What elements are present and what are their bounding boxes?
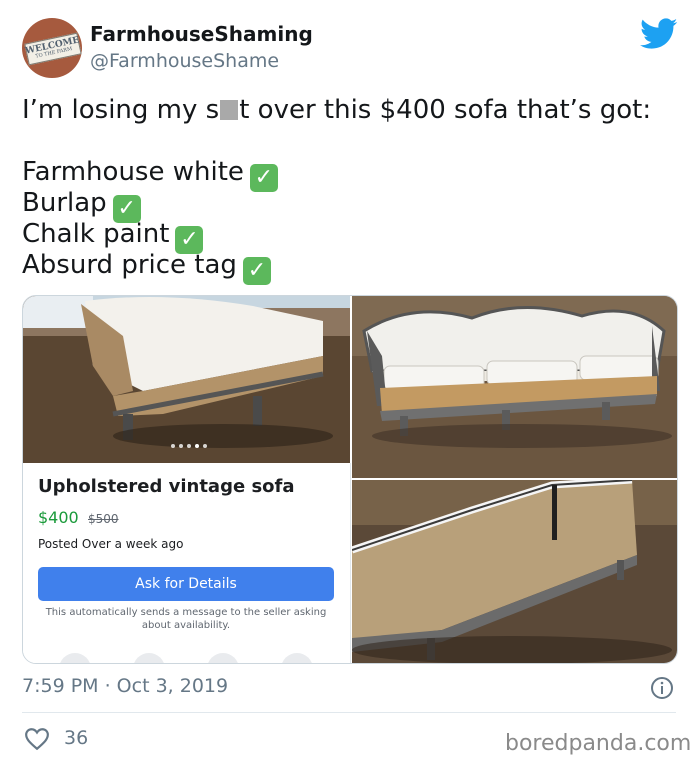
tweet-line-start: I’m losing my s — [22, 95, 220, 125]
tweet-first-line: I’m losing my s t over this $400 sofa tha… — [22, 95, 651, 126]
list-item: Chalk paint ✓ — [22, 219, 651, 254]
listing-posted-time: Posted Over a week ago — [38, 537, 184, 551]
twitter-bird-icon[interactable] — [640, 18, 678, 50]
list-item: Burlap ✓ — [22, 188, 651, 223]
watermark: boredpanda.com — [505, 731, 692, 756]
tweet-line-end: t over this $400 sofa that’s got: — [239, 95, 652, 125]
check-icon: ✓ — [242, 257, 271, 285]
list-item-text: Chalk paint — [22, 219, 170, 249]
list-item-text: Farmhouse white — [22, 157, 244, 187]
user-handle[interactable]: @FarmhouseShame — [90, 50, 279, 72]
heart-icon[interactable] — [24, 727, 50, 751]
media-grid[interactable]: Upholstered vintage sofa $400 $500 Poste… — [22, 295, 678, 664]
welcome-sign: WELCOME TO THE FARM — [24, 32, 82, 66]
ask-for-details-button[interactable]: Ask for Details — [38, 567, 334, 601]
check-icon: ✓ — [249, 164, 278, 192]
sofa-photo-front[interactable] — [352, 296, 677, 478]
list-item: Farmhouse white ✓ — [22, 157, 651, 192]
list-item-text: Absurd price tag — [22, 250, 237, 280]
listing-title: Upholstered vintage sofa — [38, 476, 295, 497]
sofa-photo-side[interactable] — [23, 296, 350, 463]
display-name[interactable]: FarmhouseShaming — [90, 22, 313, 46]
listing-note: This automatically sends a message to th… — [45, 607, 327, 631]
listing-price: $400 — [38, 508, 79, 527]
action-circle — [207, 653, 239, 663]
like-count: 36 — [64, 727, 89, 749]
tweet-text: I’m losing my s t over this $400 sofa tha… — [22, 95, 651, 285]
action-circle — [133, 653, 165, 663]
list-item: Absurd price tag ✓ — [22, 250, 651, 285]
tweet-timestamp[interactable]: 7:59 PM · Oct 3, 2019 — [22, 675, 228, 697]
marketplace-listing: Upholstered vintage sofa $400 $500 Poste… — [23, 463, 351, 663]
action-circle — [281, 653, 313, 663]
list-item-text: Burlap — [22, 188, 107, 218]
listing-old-price: $500 — [88, 512, 119, 526]
censor-blur — [220, 100, 239, 120]
avatar[interactable]: WELCOME TO THE FARM — [22, 18, 82, 78]
info-icon[interactable] — [650, 676, 674, 700]
sofa-photo-back[interactable] — [352, 480, 677, 663]
action-circle — [59, 653, 91, 663]
divider — [22, 712, 676, 713]
